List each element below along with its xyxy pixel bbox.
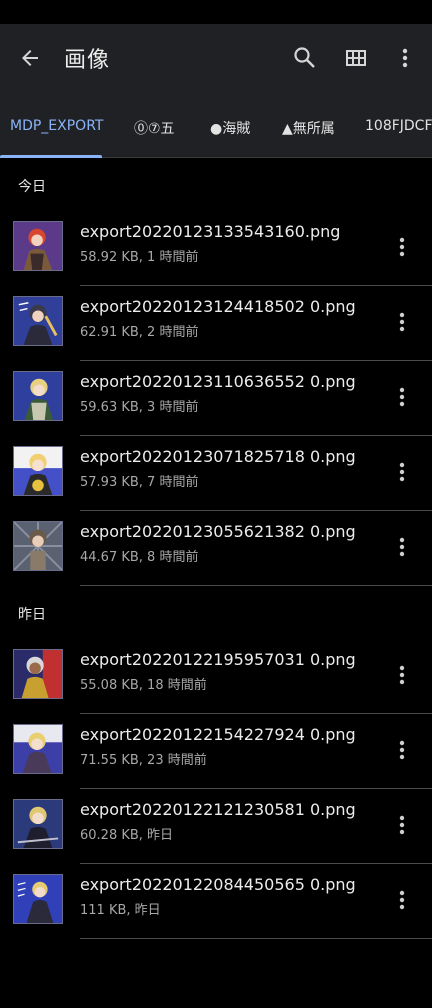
image-thumbnail: [13, 446, 63, 496]
file-name: export20220122154227924 0.png: [80, 725, 356, 744]
image-thumbnail: [13, 799, 63, 849]
file-meta: 71.55 KB, 23 時間前: [80, 753, 207, 768]
file-row[interactable]: export20220123124418502 0.png 62.91 KB, …: [0, 286, 432, 361]
section-header-today: 今日: [18, 179, 46, 195]
file-meta: 57.93 KB, 7 時間前: [80, 475, 199, 490]
row-divider: [80, 585, 432, 586]
file-row[interactable]: export20220122121230581 0.png 60.28 KB, …: [0, 789, 432, 864]
more-vert-icon[interactable]: [386, 734, 418, 766]
file-row[interactable]: export20220122084450565 0.png 111 KB, 昨日: [0, 864, 432, 939]
grid-view-icon[interactable]: [340, 42, 372, 74]
row-divider: [80, 938, 432, 939]
status-bar: [0, 0, 432, 24]
more-vert-icon[interactable]: [386, 884, 418, 916]
file-name: export20220123124418502 0.png: [80, 297, 356, 316]
more-vert-icon[interactable]: [386, 531, 418, 563]
active-tab-indicator: [0, 155, 102, 158]
file-name: export20220122121230581 0.png: [80, 800, 356, 819]
file-name: export20220123110636552 0.png: [80, 372, 356, 391]
file-name: export20220123071825718 0.png: [80, 447, 356, 466]
file-meta: 58.92 KB, 1 時間前: [80, 250, 199, 265]
more-vert-icon[interactable]: [386, 456, 418, 488]
file-name: export20220123055621382 0.png: [80, 522, 356, 541]
file-row[interactable]: export20220123071825718 0.png 57.93 KB, …: [0, 436, 432, 511]
app-bar: 画像: [0, 24, 432, 92]
image-thumbnail: [13, 649, 63, 699]
image-thumbnail: [13, 221, 63, 271]
folder-tabs: MDP_EXPORT ⓪⑦五 ●海賊 ▲無所属 108FJDCF: [0, 92, 432, 158]
arrow-left-icon[interactable]: [14, 42, 46, 74]
more-vert-icon[interactable]: [386, 381, 418, 413]
more-vert-icon[interactable]: [386, 809, 418, 841]
section-header-yesterday: 昨日: [18, 607, 46, 623]
file-name: export20220123133543160.png: [80, 222, 341, 241]
image-thumbnail: [13, 521, 63, 571]
tab-pirates[interactable]: ●海賊: [210, 118, 250, 138]
file-row[interactable]: export20220122195957031 0.png 55.08 KB, …: [0, 639, 432, 714]
file-row[interactable]: export20220122154227924 0.png 71.55 KB, …: [0, 714, 432, 789]
file-name: export20220122084450565 0.png: [80, 875, 356, 894]
page-title: 画像: [64, 48, 111, 73]
more-vert-icon[interactable]: [386, 306, 418, 338]
tab-mdp-export[interactable]: MDP_EXPORT: [10, 118, 103, 134]
file-row[interactable]: export20220123110636552 0.png 59.63 KB, …: [0, 361, 432, 436]
image-thumbnail: [13, 371, 63, 421]
file-meta: 111 KB, 昨日: [80, 903, 161, 918]
image-thumbnail: [13, 874, 63, 924]
more-vert-icon[interactable]: [386, 659, 418, 691]
file-meta: 62.91 KB, 2 時間前: [80, 325, 199, 340]
file-row[interactable]: export20220123133543160.png 58.92 KB, 1 …: [0, 211, 432, 286]
file-row[interactable]: export20220123055621382 0.png 44.67 KB, …: [0, 511, 432, 586]
file-meta: 44.67 KB, 8 時間前: [80, 550, 199, 565]
more-vert-icon[interactable]: [386, 231, 418, 263]
tab-07-five[interactable]: ⓪⑦五: [134, 118, 175, 138]
search-icon[interactable]: [289, 42, 321, 74]
more-vert-icon[interactable]: [389, 42, 421, 74]
image-thumbnail: [13, 724, 63, 774]
tab-108fjdcf[interactable]: 108FJDCF: [365, 118, 432, 134]
file-meta: 60.28 KB, 昨日: [80, 828, 174, 843]
file-meta: 55.08 KB, 18 時間前: [80, 678, 207, 693]
tab-unaffiliated[interactable]: ▲無所属: [282, 118, 335, 138]
file-name: export20220122195957031 0.png: [80, 650, 356, 669]
file-meta: 59.63 KB, 3 時間前: [80, 400, 199, 415]
image-thumbnail: [13, 296, 63, 346]
